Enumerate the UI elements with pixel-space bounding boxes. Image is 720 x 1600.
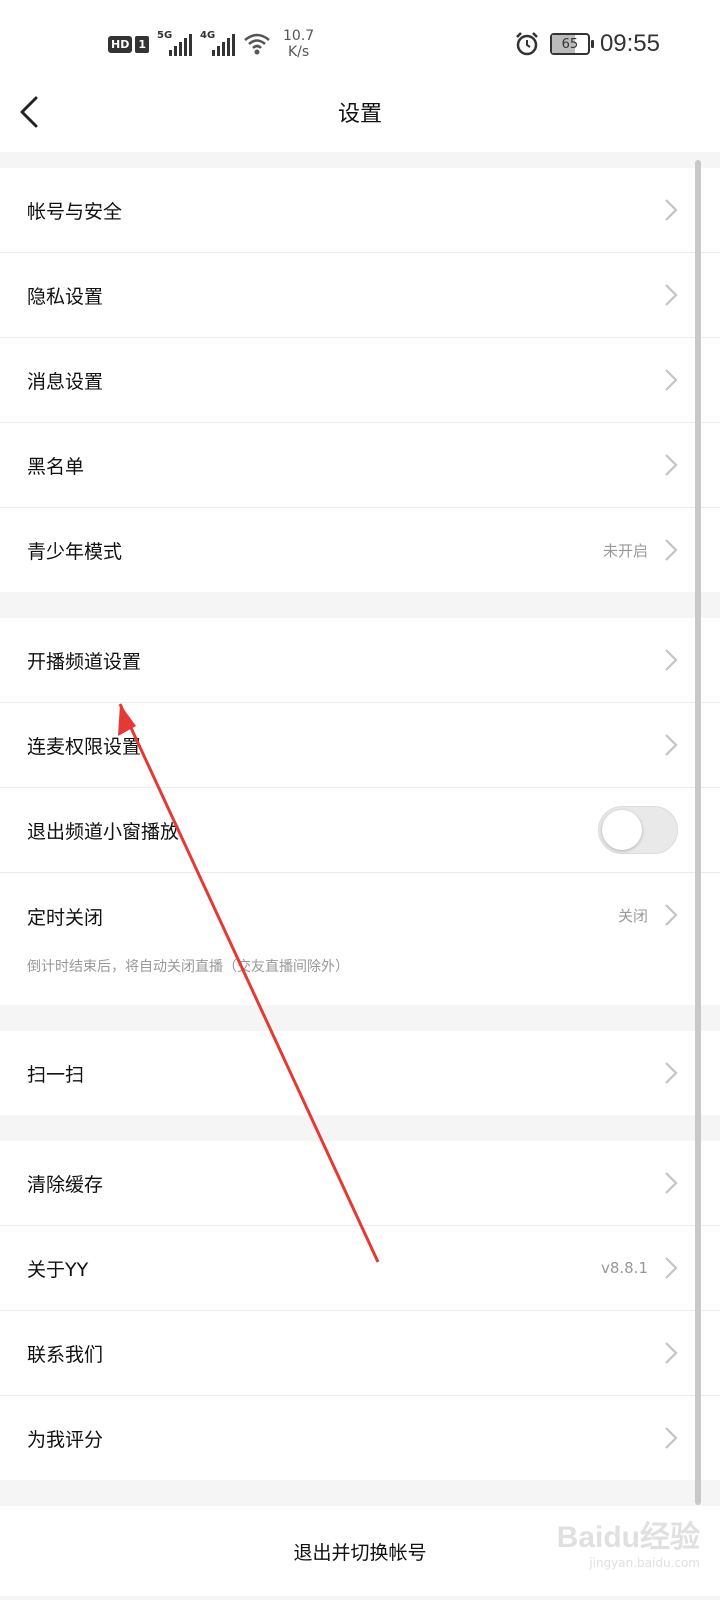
settings-group-scan: 扫一扫 bbox=[0, 1031, 720, 1115]
chevron-right-icon bbox=[665, 369, 678, 391]
chevron-right-icon bbox=[665, 649, 678, 671]
chevron-right-icon bbox=[665, 1257, 678, 1279]
chevron-right-icon bbox=[665, 1342, 678, 1364]
row-blacklist[interactable]: 黑名单 bbox=[0, 423, 720, 508]
chevron-right-icon bbox=[665, 454, 678, 476]
row-contact-us[interactable]: 联系我们 bbox=[0, 1311, 720, 1396]
app-version: v8.8.1 bbox=[600, 1259, 648, 1277]
row-account-security[interactable]: 帐号与安全 bbox=[0, 168, 720, 253]
settings-list: 帐号与安全 隐私设置 消息设置 黑名单 青少年模式 未开启 开播频道设置 连麦权… bbox=[0, 152, 720, 1596]
signal-5g-icon: 5G bbox=[157, 30, 192, 56]
hd-indicator: HD 1 bbox=[108, 35, 149, 53]
timer-hint: 倒计时结束后，将自动关闭直播（交友直播间除外） bbox=[27, 959, 349, 975]
clock: 09:55 bbox=[599, 30, 660, 57]
row-channel-settings[interactable]: 开播频道设置 bbox=[0, 618, 720, 703]
row-rate-us[interactable]: 为我评分 bbox=[0, 1396, 720, 1480]
chevron-right-icon bbox=[665, 1427, 678, 1449]
row-about[interactable]: 关于YY v8.8.1 bbox=[0, 1226, 720, 1311]
alarm-icon bbox=[516, 32, 538, 56]
chevron-right-icon bbox=[665, 1172, 678, 1194]
battery-icon: 65 bbox=[549, 33, 594, 55]
row-mini-window: 退出频道小窗播放 bbox=[0, 788, 720, 873]
row-timer-off[interactable]: 定时关闭 关闭 倒计时结束后，将自动关闭直播（交友直播间除外） bbox=[0, 873, 720, 1005]
navigation-bar: 设置 bbox=[0, 72, 720, 152]
chevron-right-icon bbox=[665, 199, 678, 221]
chevron-right-icon bbox=[665, 904, 678, 926]
chevron-right-icon bbox=[665, 539, 678, 561]
chevron-right-icon bbox=[665, 734, 678, 756]
row-message-settings[interactable]: 消息设置 bbox=[0, 338, 720, 423]
chevron-right-icon bbox=[665, 1062, 678, 1084]
timer-status: 关闭 bbox=[617, 907, 648, 925]
row-teen-mode[interactable]: 青少年模式 未开启 bbox=[0, 508, 720, 592]
row-privacy-settings[interactable]: 隐私设置 bbox=[0, 253, 720, 338]
settings-group-misc: 清除缓存 关于YY v8.8.1 联系我们 为我评分 bbox=[0, 1141, 720, 1480]
settings-group-channel: 开播频道设置 连麦权限设置 退出频道小窗播放 定时关闭 关闭 倒计时结束后，将自… bbox=[0, 618, 720, 1005]
teen-mode-status: 未开启 bbox=[602, 541, 648, 560]
wifi-icon bbox=[244, 33, 270, 55]
settings-group-account: 帐号与安全 隐私设置 消息设置 黑名单 青少年模式 未开启 bbox=[0, 168, 720, 592]
baidu-watermark: Baidu经验 jingyan.baidu.com bbox=[556, 1521, 700, 1570]
chevron-right-icon bbox=[665, 284, 678, 306]
mini-window-toggle[interactable] bbox=[598, 806, 678, 854]
signal-4g-icon: 4G bbox=[200, 30, 235, 56]
row-clear-cache[interactable]: 清除缓存 bbox=[0, 1141, 720, 1226]
row-mic-permission[interactable]: 连麦权限设置 bbox=[0, 703, 720, 788]
network-speed: 10.7 K/s bbox=[283, 28, 315, 60]
page-title: 设置 bbox=[337, 102, 382, 127]
scrollbar[interactable] bbox=[695, 160, 701, 1505]
row-scan[interactable]: 扫一扫 bbox=[0, 1031, 720, 1115]
